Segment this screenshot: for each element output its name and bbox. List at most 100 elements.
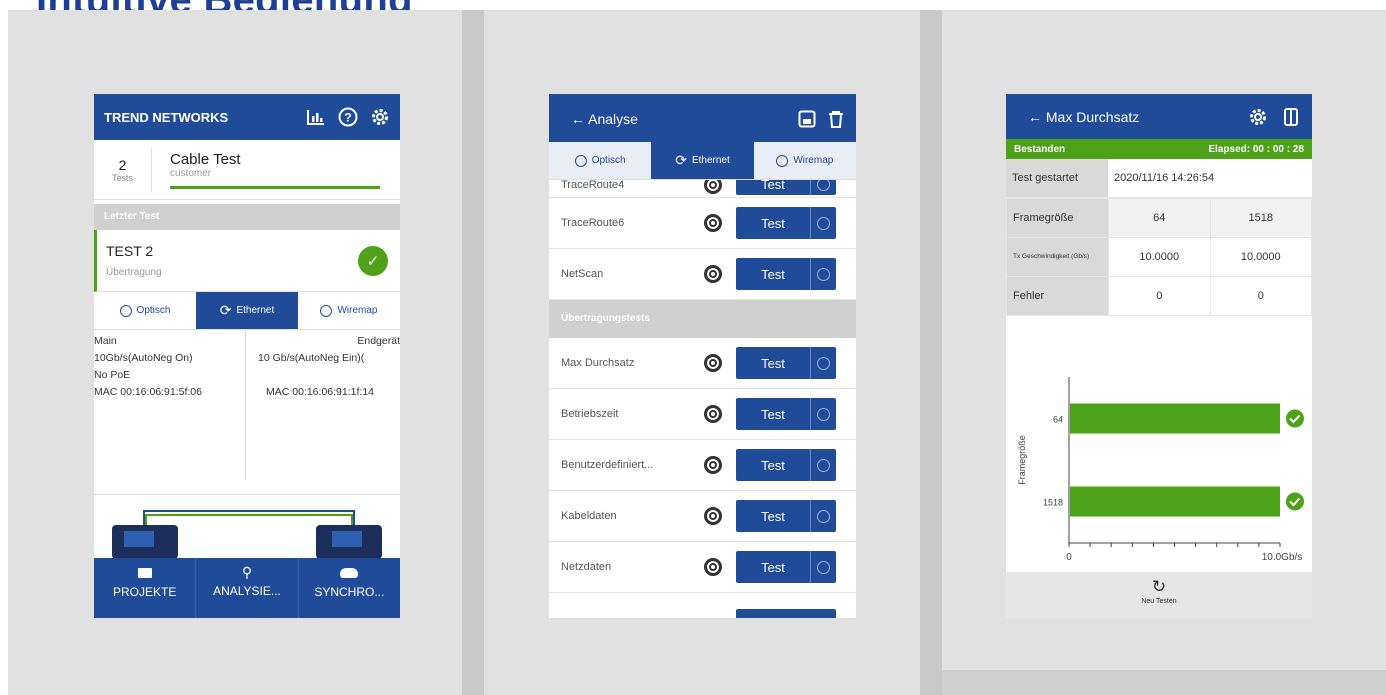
test-button[interactable]: Test bbox=[736, 449, 836, 481]
list-item[interactable]: NetScan Test bbox=[549, 249, 856, 300]
tab-optisch[interactable]: Optisch bbox=[94, 292, 196, 329]
bottom-nav: PROJEKTE ⚲ ANALYSIE... SYNCHRO... bbox=[94, 558, 400, 618]
list-item[interactable]: Kabeldaten Test bbox=[549, 491, 856, 542]
test-button[interactable]: Test bbox=[736, 398, 836, 430]
list-item[interactable]: Betriebszeit Test bbox=[549, 389, 856, 440]
main-mac: MAC 00:16:06:91:5f:06 bbox=[94, 386, 202, 398]
nav-projekte[interactable]: PROJEKTE bbox=[94, 558, 197, 618]
test-button[interactable]: Test bbox=[736, 551, 836, 583]
status-bar: Bestanden Elapsed: 00 : 00 : 28 bbox=[1006, 139, 1312, 159]
table-row: Tx Geschwindigkeit (Gb/s) 10.0000 10.000… bbox=[1006, 237, 1312, 277]
gear-icon[interactable] bbox=[704, 354, 722, 372]
screen-home: TREND NETWORKS ? 2 Tests Cable Test cust… bbox=[94, 94, 400, 618]
y-tick-label: 1518 bbox=[1043, 498, 1063, 508]
settings-icon[interactable] bbox=[370, 107, 390, 127]
retry-icon: ↻ bbox=[1151, 577, 1167, 596]
list-item[interactable]: Netzdaten Test bbox=[549, 542, 856, 593]
retest-label: Neu Testen bbox=[1141, 598, 1177, 605]
refresh-icon: ⟳ bbox=[675, 152, 687, 168]
gear-icon[interactable] bbox=[704, 265, 722, 283]
project-title: Cable Test bbox=[170, 150, 241, 168]
test-list-a: TraceRoute6 Test NetScan Test bbox=[549, 198, 856, 300]
nav-analyse[interactable]: ⚲ ANALYSIE... bbox=[196, 558, 299, 618]
gear-icon[interactable] bbox=[704, 558, 722, 576]
radio-icon bbox=[776, 154, 789, 167]
help-icon[interactable]: ? bbox=[338, 107, 358, 127]
tab-ethernet[interactable]: ⟳ Ethernet bbox=[196, 292, 298, 329]
pass-check-icon bbox=[1286, 409, 1304, 428]
throughput-chart: 64 1518 0 10.0Gb/s Framegröße bbox=[1006, 362, 1312, 572]
main-title: Main bbox=[94, 335, 117, 347]
nav-sync[interactable]: SYNCHRO... bbox=[299, 558, 400, 618]
tab-wiremap[interactable]: Wiremap bbox=[753, 142, 856, 179]
pass-check-icon: ✓ bbox=[358, 245, 388, 276]
x-tick-label: 10.0Gb/s bbox=[1262, 552, 1303, 563]
project-progress bbox=[170, 185, 380, 189]
save-icon[interactable] bbox=[798, 110, 816, 128]
radio-icon bbox=[320, 304, 333, 317]
test-button[interactable]: Test bbox=[736, 500, 836, 532]
main-speed: 10Gb/s(AutoNeg On) bbox=[94, 352, 193, 364]
elapsed-time: Elapsed: 00 : 00 : 28 bbox=[1208, 143, 1304, 155]
pass-check-icon bbox=[1286, 492, 1304, 511]
interface-tabs: Optisch ⟳ Ethernet Wiremap bbox=[94, 292, 400, 330]
last-test-card[interactable]: TEST 2 Übertragung ✓ bbox=[94, 230, 400, 292]
section-header: Letzter Test bbox=[94, 204, 400, 230]
app-header: TREND NETWORKS ? bbox=[94, 94, 400, 140]
remote-blank bbox=[258, 367, 400, 384]
tab-wiremap[interactable]: Wiremap bbox=[298, 292, 400, 329]
panel-divider bbox=[920, 10, 942, 695]
started-row: Test gestartet 2020/11/16 14:26:54 bbox=[1006, 159, 1312, 198]
app-header: ← Max Durchsatz bbox=[1006, 94, 1312, 139]
list-item[interactable]: Max Durchsatz Test bbox=[549, 338, 856, 389]
started-label: Test gestartet bbox=[1006, 159, 1108, 197]
gear-icon[interactable] bbox=[704, 456, 722, 474]
folder-icon bbox=[137, 568, 152, 578]
table-row: Fehler 0 0 bbox=[1006, 276, 1312, 316]
main-poe: No PoE bbox=[94, 369, 131, 381]
tab-optisch[interactable]: Optisch bbox=[549, 142, 652, 179]
list-item-partial bbox=[549, 593, 856, 618]
x-tick-label: 0 bbox=[1066, 552, 1072, 563]
retest-button[interactable]: ↻ Neu Testen bbox=[1006, 572, 1312, 618]
test-button[interactable]: Test bbox=[736, 258, 836, 290]
panel-divider bbox=[462, 10, 484, 695]
y-axis-label: Framegröße bbox=[1017, 435, 1027, 485]
project-customer: customer bbox=[170, 167, 212, 179]
gear-icon[interactable] bbox=[704, 405, 722, 423]
chart-icon[interactable] bbox=[306, 108, 326, 126]
project-card[interactable]: 2 Tests Cable Test customer bbox=[94, 140, 400, 200]
status-badge: Bestanden bbox=[1014, 143, 1066, 155]
split-view-icon[interactable] bbox=[1284, 107, 1298, 126]
list-item[interactable]: TraceRoute6 Test bbox=[549, 198, 856, 249]
last-test-name: TEST 2 bbox=[106, 243, 154, 259]
screen-results: ← Max Durchsatz Bestanden Elapsed: 00 : … bbox=[1006, 94, 1312, 618]
remote-title: Endgerät bbox=[357, 335, 400, 347]
screen-analyse: ← Analyse Optisch ⟳ Ethernet Wiremap Trac… bbox=[549, 94, 856, 618]
trash-icon[interactable] bbox=[828, 110, 844, 128]
svg-text:?: ? bbox=[344, 111, 351, 125]
radio-icon bbox=[574, 154, 587, 167]
back-title[interactable]: ← Analyse bbox=[571, 111, 638, 127]
test-button[interactable]: Test bbox=[736, 207, 836, 239]
tests-count: 2 bbox=[118, 156, 127, 173]
test-list-b: Max Durchsatz Test Betriebszeit Test Ben… bbox=[549, 338, 856, 618]
list-item[interactable]: Benutzerdefiniert... Test bbox=[549, 440, 856, 491]
back-title[interactable]: ← Max Durchsatz bbox=[1028, 109, 1139, 125]
started-value: 2020/11/16 14:26:54 bbox=[1114, 172, 1215, 184]
gear-icon[interactable] bbox=[704, 507, 722, 525]
chart-svg: 64 1518 0 10.0Gb/s Framegröße bbox=[1017, 377, 1304, 563]
gear-icon[interactable] bbox=[704, 214, 722, 232]
tab-ethernet[interactable]: ⟳ Ethernet bbox=[651, 142, 754, 179]
search-icon: ⚲ bbox=[241, 564, 253, 580]
brand-name: TREND NETWORKS bbox=[104, 109, 229, 125]
test-button[interactable]: Test bbox=[736, 347, 836, 379]
panel-footer-strip bbox=[942, 670, 1386, 695]
tests-label: Tests bbox=[111, 172, 133, 183]
y-tick-label: 64 bbox=[1053, 415, 1063, 425]
settings-icon[interactable] bbox=[1248, 107, 1268, 127]
remote-speed: 10 Gb/s(AutoNeg Ein)( bbox=[258, 352, 365, 364]
link-info: Main 10Gb/s(AutoNeg On) No PoE MAC 00:16… bbox=[94, 330, 400, 480]
cloud-icon bbox=[340, 568, 359, 578]
interface-tabs: Optisch ⟳ Ethernet Wiremap bbox=[549, 142, 856, 180]
